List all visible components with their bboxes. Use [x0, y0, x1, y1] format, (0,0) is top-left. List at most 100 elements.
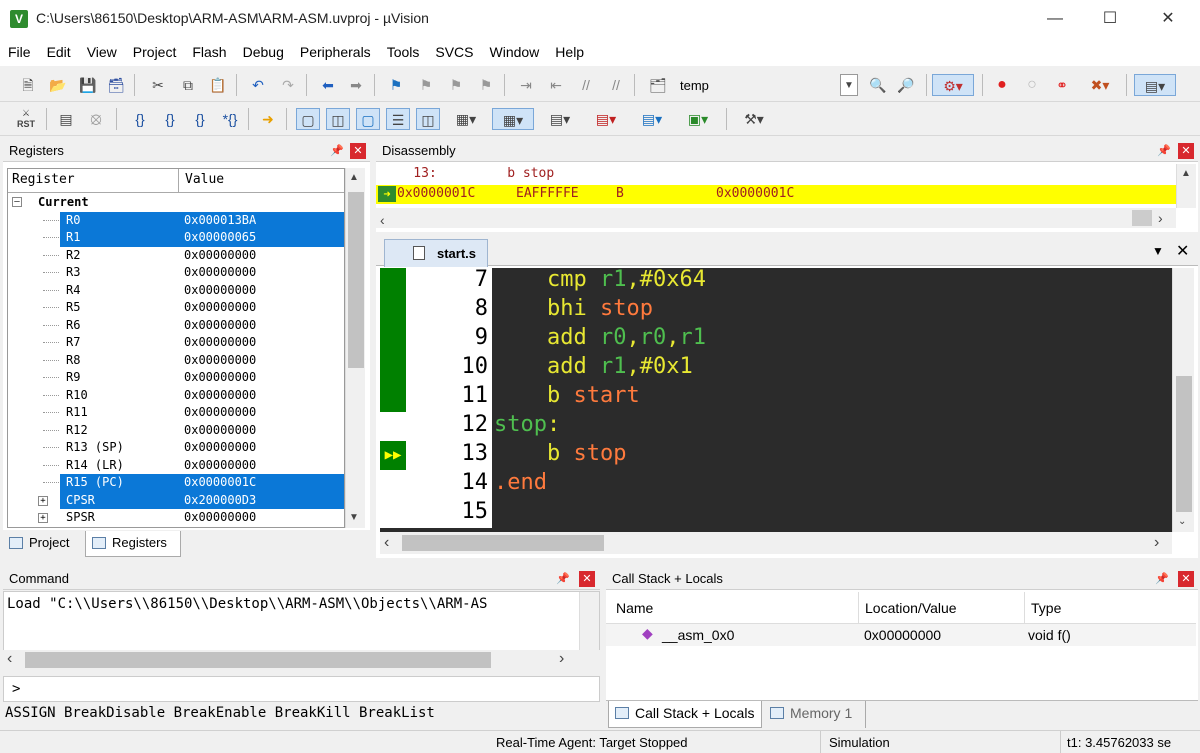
register-value[interactable]: 0x00000000 [184, 264, 256, 281]
register-row[interactable]: R13 (SP) 0x00000000 [8, 439, 344, 457]
menu-project[interactable]: Project [125, 40, 185, 66]
registers-scrollbar[interactable]: ▲ ▼ [345, 168, 365, 528]
step-into-icon[interactable]: {} [128, 108, 152, 130]
serial-windows-icon[interactable]: ▤▾ [540, 108, 580, 130]
pin-icon[interactable]: 📌 [555, 571, 571, 587]
menu-flash[interactable]: Flash [184, 40, 234, 66]
close-tab-icon[interactable]: ✕ [1176, 241, 1189, 261]
show-next-statement-icon[interactable]: ➜ [256, 108, 280, 130]
register-value[interactable]: 0x00000000 [184, 352, 256, 369]
bookmark-prev-icon[interactable]: ⚑ [414, 74, 438, 96]
open-folder-icon[interactable]: 📂 [46, 74, 70, 96]
indent-icon[interactable]: ⇥ [514, 74, 538, 96]
uncomment-icon[interactable]: // [604, 74, 628, 96]
pin-icon[interactable]: 📌 [329, 143, 345, 159]
reset-cpu-icon[interactable]: ⚔ RST [14, 108, 38, 130]
register-row[interactable]: R9 0x00000000 [8, 369, 344, 387]
register-row[interactable]: + CPSR 0x200000D3 [38, 491, 344, 509]
register-value[interactable]: 0x00000000 [184, 317, 256, 334]
current-line-arrow-icon[interactable]: ▶▶ [380, 441, 406, 470]
new-file-icon[interactable]: 🗎 [16, 74, 40, 96]
code-line[interactable]: stop: [494, 412, 560, 441]
find-icon[interactable]: 🔍 [866, 74, 890, 96]
name-column-header[interactable]: Name [616, 600, 653, 616]
code-line[interactable]: .end [494, 470, 547, 499]
minimize-icon[interactable]: — [1035, 6, 1075, 32]
callstack-row[interactable]: ◆ __asm_0x0 0x00000000 void f() [606, 624, 1196, 646]
symbols-window-icon[interactable]: ▢ [356, 108, 380, 130]
disassembly-current-line[interactable]: ➜ 0x0000001C EAFFFFFE B 0x0000001C [376, 185, 1176, 204]
disassembly-vscrollbar[interactable]: ▲ [1176, 164, 1196, 208]
toolbox-icon[interactable]: ⚒▾ [734, 108, 774, 130]
menu-help[interactable]: Help [547, 40, 592, 66]
register-row[interactable]: R8 0x00000000 [8, 352, 344, 370]
disassembly-hscrollbar[interactable]: ‹ › [376, 208, 1176, 228]
nav-back-icon[interactable]: ⬅ [316, 74, 340, 96]
window-layout-icon[interactable]: ▤▾ [1134, 74, 1176, 96]
register-row[interactable]: R10 0x00000000 [8, 387, 344, 405]
menu-file[interactable]: File [0, 40, 39, 66]
location-column-header[interactable]: Location/Value [858, 592, 957, 624]
scroll-thumb[interactable] [348, 192, 364, 368]
menu-window[interactable]: Window [482, 40, 548, 66]
menu-view[interactable]: View [79, 40, 125, 66]
call-stack-window-icon[interactable]: ◫ [416, 108, 440, 130]
scroll-right-icon[interactable]: › [559, 650, 564, 668]
memory-windows-icon[interactable]: ▦▾ [492, 108, 534, 130]
disable-breakpoints-icon[interactable]: ⚭ [1050, 74, 1074, 96]
incremental-find-icon[interactable]: 🔎 [894, 74, 918, 96]
command-hscrollbar[interactable]: ‹ › [3, 650, 600, 670]
run-to-cursor-icon[interactable]: *{} [218, 108, 242, 130]
close-panel-icon[interactable]: ✕ [1178, 571, 1194, 587]
gutter[interactable] [380, 499, 406, 528]
scroll-thumb[interactable] [25, 652, 491, 668]
trace-windows-icon[interactable]: ▤▾ [632, 108, 672, 130]
watch-windows-icon[interactable]: ▦▾ [446, 108, 486, 130]
value-column-header[interactable]: Value [178, 169, 224, 193]
scroll-up-icon[interactable]: ▲ [1181, 168, 1191, 179]
editor-hscrollbar[interactable]: ‹ › [380, 532, 1172, 554]
register-row[interactable]: R5 0x00000000 [8, 299, 344, 317]
register-row[interactable]: R12 0x00000000 [8, 422, 344, 440]
scroll-left-icon[interactable]: ‹ [380, 212, 385, 228]
stop-icon[interactable]: ⦻ [84, 108, 108, 130]
register-value[interactable]: 0x00000000 [184, 439, 256, 456]
save-all-icon[interactable]: 🗃 [104, 74, 128, 96]
register-value[interactable]: 0x000013BA [184, 212, 256, 229]
register-row[interactable]: + SPSR 0x00000000 [8, 509, 344, 527]
tab-project[interactable]: Project [3, 531, 83, 557]
command-vscrollbar[interactable] [579, 592, 599, 650]
tab-list-dropdown-icon[interactable]: ▼ [1152, 244, 1164, 258]
close-panel-icon[interactable]: ✕ [1178, 143, 1194, 159]
register-row[interactable]: R14 (LR) 0x00000000 [8, 457, 344, 475]
nav-forward-icon[interactable]: ➡ [344, 74, 368, 96]
cut-icon[interactable]: ✂ [146, 74, 170, 96]
register-value[interactable]: 0x00000000 [184, 404, 256, 421]
menu-peripherals[interactable]: Peripherals [292, 40, 379, 66]
tab-memory-1[interactable]: Memory 1 [766, 701, 866, 728]
register-row[interactable]: R15 (PC) 0x0000001C [43, 474, 344, 492]
analysis-windows-icon[interactable]: ▤▾ [586, 108, 626, 130]
register-value[interactable]: 0x00000000 [184, 387, 256, 404]
close-panel-icon[interactable]: ✕ [579, 571, 595, 587]
coverage-marker[interactable] [380, 325, 406, 354]
enable-breakpoint-icon[interactable]: ○ [1020, 74, 1044, 96]
register-value[interactable]: 0x0000001C [184, 474, 256, 491]
target-dropdown-icon[interactable]: ▼ [840, 74, 858, 96]
coverage-marker[interactable] [380, 383, 406, 412]
save-icon[interactable]: 💾 [76, 74, 100, 96]
code-view[interactable]: 7 cmp r1,#0x64 8 bhi stop 9 add r0,r0,r1 10… [380, 268, 1172, 532]
scroll-down-icon[interactable]: ▼ [349, 512, 359, 523]
register-value[interactable]: 0x00000000 [184, 282, 256, 299]
close-panel-icon[interactable]: ✕ [350, 143, 366, 159]
command-output[interactable]: Load "C:\\Users\\86150\\Desktop\\ARM-ASM… [3, 591, 600, 651]
register-row[interactable]: R0 0x000013BA [43, 211, 344, 229]
register-row[interactable]: R6 0x00000000 [8, 317, 344, 335]
coverage-marker[interactable] [380, 296, 406, 325]
expand-icon[interactable]: + [38, 495, 48, 506]
tab-registers[interactable]: Registers [85, 531, 181, 557]
current-group-row[interactable]: – Current [8, 194, 344, 212]
register-row[interactable]: R3 0x00000000 [8, 264, 344, 282]
scroll-up-icon[interactable]: ▲ [349, 172, 359, 183]
run-icon[interactable]: ▤ [54, 108, 78, 130]
